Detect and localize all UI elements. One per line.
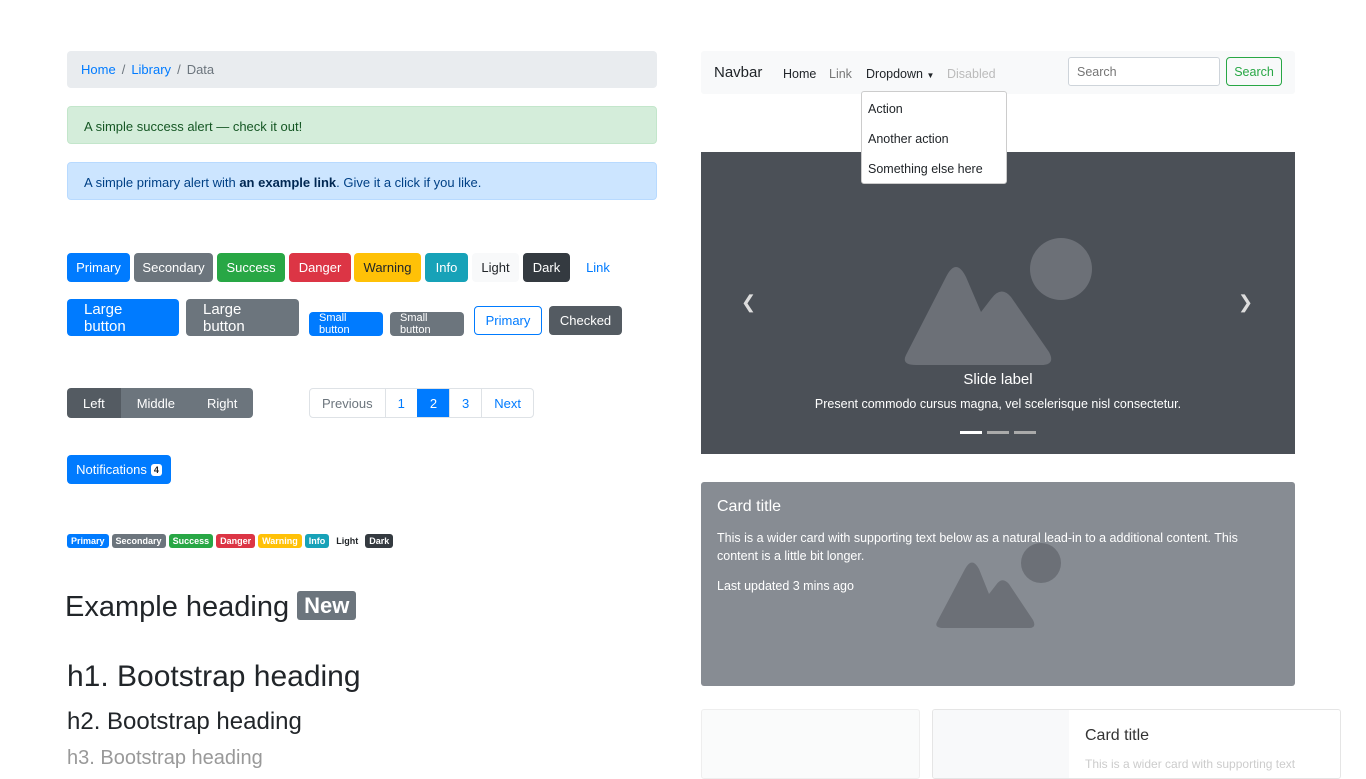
h3-heading: h3. Bootstrap heading — [67, 747, 263, 769]
page-1[interactable]: 1 — [384, 389, 417, 417]
page-next[interactable]: Next — [481, 389, 533, 417]
info-button[interactable]: Info — [425, 253, 468, 282]
badge-warning: Warning — [258, 534, 302, 548]
dark-button[interactable]: Dark — [523, 253, 570, 282]
alert-text: . Give it a click if you like. — [336, 175, 482, 190]
h2-heading: h2. Bootstrap heading — [67, 708, 302, 735]
primary-alert: A simple primary alert with an example l… — [67, 162, 657, 200]
navbar: Navbar Home Link Dropdown ▼ Disabled Sea… — [701, 51, 1295, 94]
pagination: Previous 1 2 3 Next — [309, 388, 535, 418]
carousel-indicators — [960, 431, 1036, 434]
card-image — [933, 710, 1069, 778]
card-updated: Last updated 3 mins ago — [717, 579, 854, 593]
middle-button[interactable]: Middle — [120, 388, 191, 418]
caret-down-icon: ▼ — [926, 71, 935, 80]
wide-card: Card title This is a wider card with sup… — [701, 482, 1295, 686]
warning-button[interactable]: Warning — [354, 253, 421, 282]
large-secondary-button[interactable]: Large button — [186, 299, 299, 336]
example-heading: Example heading New — [65, 591, 357, 624]
notifications-label: Notifications — [76, 462, 147, 477]
navbar-brand[interactable]: Navbar — [714, 64, 762, 81]
alert-link[interactable]: an example link — [239, 175, 336, 190]
breadcrumb-active: Data — [186, 62, 215, 77]
card-title: Card title — [717, 498, 782, 515]
carousel-prev-icon[interactable]: ❮ — [741, 292, 756, 313]
breadcrumb: Home / Library / Data — [67, 51, 657, 88]
horizontal-card: Card title This is a wider card with sup… — [932, 709, 1341, 779]
badge-row: Primary Secondary Success Danger Warning Info… — [67, 532, 396, 548]
notifications-count-badge: 4 — [150, 463, 162, 476]
notifications-button[interactable]: Notifications 4 — [67, 455, 171, 484]
image-card — [701, 709, 920, 779]
new-badge: New — [297, 591, 357, 620]
small-primary-button[interactable]: Small button — [309, 312, 383, 336]
card-text: This is a wider card with supporting tex… — [717, 531, 1238, 563]
alert-text: A simple primary alert with — [84, 175, 240, 190]
carousel: ❮ ❯ Slide label Present commodo cursus m… — [701, 152, 1295, 454]
indicator-3[interactable] — [1014, 431, 1036, 434]
link-button[interactable]: Link — [574, 253, 622, 282]
example-heading-text: Example heading — [65, 591, 290, 623]
primary-button[interactable]: Primary — [67, 253, 130, 282]
success-alert: A simple success alert — check it out! — [67, 106, 657, 144]
search-input[interactable] — [1068, 57, 1220, 86]
left-button[interactable]: Left — [67, 388, 121, 418]
carousel-next-icon[interactable]: ❯ — [1238, 292, 1253, 313]
light-button[interactable]: Light — [472, 253, 519, 282]
breadcrumb-home[interactable]: Home — [81, 62, 116, 77]
h1-heading: h1. Bootstrap heading — [67, 660, 361, 693]
page-2[interactable]: 2 — [416, 389, 450, 417]
nav-dropdown[interactable]: Dropdown ▼ — [866, 67, 934, 81]
badge-danger: Danger — [216, 534, 256, 548]
nav-link[interactable]: Link — [829, 67, 852, 81]
nav-home[interactable]: Home — [783, 67, 816, 81]
slide-caption: Present commodo cursus magna, vel sceler… — [814, 397, 1182, 411]
card2-text: This is a wider card with supporting tex… — [1085, 757, 1296, 771]
large-primary-button[interactable]: Large button — [67, 299, 179, 336]
image-placeholder-icon — [904, 238, 1092, 365]
menu-item-action[interactable]: Action — [868, 102, 903, 116]
page-3[interactable]: 3 — [449, 389, 481, 417]
search-button[interactable]: Search — [1226, 57, 1282, 86]
indicator-1[interactable] — [960, 431, 982, 434]
menu-item-something-else[interactable]: Something else here — [868, 162, 983, 176]
checked-toggle-button[interactable]: Checked — [549, 306, 622, 335]
badge-success: Success — [168, 534, 214, 548]
dropdown-label: Dropdown — [866, 67, 923, 81]
button-group: Left Middle Right — [67, 388, 254, 418]
dropdown-menu: Action Another action Something else her… — [861, 91, 1007, 184]
breadcrumb-library[interactable]: Library — [131, 62, 171, 77]
right-button[interactable]: Right — [190, 388, 254, 418]
badge-secondary: Secondary — [111, 534, 166, 548]
nav-disabled: Disabled — [947, 67, 996, 81]
outline-primary-button[interactable]: Primary — [474, 306, 542, 335]
badge-light: Light — [336, 536, 359, 546]
menu-item-another-action[interactable]: Another action — [868, 132, 949, 146]
slide-label: Slide label — [963, 371, 1033, 388]
card2-title: Card title — [1085, 727, 1150, 744]
indicator-2[interactable] — [987, 431, 1009, 434]
badge-info: Info — [304, 534, 330, 548]
badge-dark: Dark — [365, 534, 394, 548]
badge-primary: Primary — [67, 534, 109, 548]
small-secondary-button[interactable]: Small button — [390, 312, 464, 336]
success-button[interactable]: Success — [217, 253, 285, 282]
secondary-button[interactable]: Secondary — [134, 253, 213, 282]
danger-button[interactable]: Danger — [289, 253, 351, 282]
page-previous[interactable]: Previous — [310, 389, 385, 417]
